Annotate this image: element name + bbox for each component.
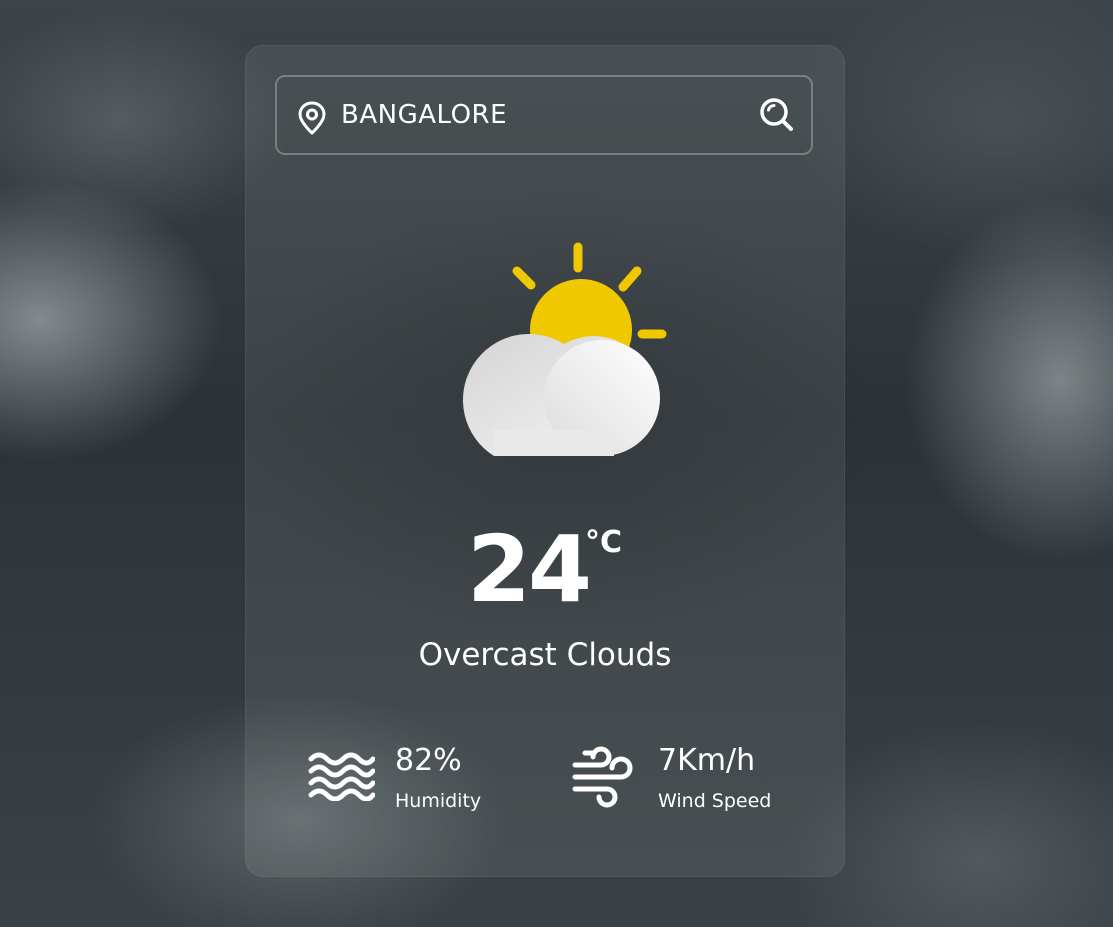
wind-icon — [572, 746, 633, 808]
humidity-label: Humidity — [395, 790, 482, 812]
humidity-waves-icon — [308, 752, 375, 801]
temperature-unit: °C — [585, 525, 623, 560]
weather-card: 24 °C Overcast Clouds 82% Humidity 7Km/h… — [245, 45, 845, 877]
humidity-value: 82% — [395, 743, 462, 778]
search-bar — [275, 75, 813, 155]
temperature-value: 24 — [466, 516, 592, 623]
partly-cloudy-icon — [462, 242, 667, 456]
wind-value: 7Km/h — [658, 743, 756, 778]
wind-detail: 7Km/h Wind Speed — [571, 735, 811, 835]
location-pin-icon — [298, 101, 326, 135]
search-icon[interactable] — [757, 95, 797, 135]
wind-label: Wind Speed — [658, 790, 772, 812]
city-search-input[interactable] — [341, 93, 731, 137]
cloud-shape — [462, 333, 660, 456]
humidity-detail: 82% Humidity — [307, 735, 527, 835]
temperature-display: 24 °C — [245, 515, 845, 625]
weather-details: 82% Humidity 7Km/h Wind Speed — [245, 735, 845, 835]
weather-description: Overcast Clouds — [418, 637, 672, 673]
